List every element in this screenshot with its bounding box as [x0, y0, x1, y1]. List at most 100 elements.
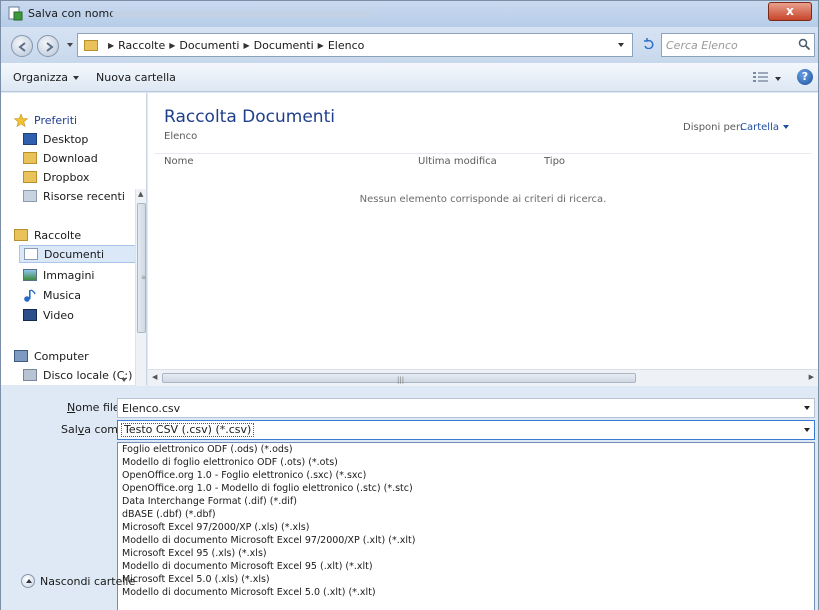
- nav-item-label: Video: [43, 308, 74, 322]
- view-options-icon[interactable]: [753, 71, 769, 83]
- scrollbar-thumb[interactable]: |||: [162, 373, 636, 384]
- column-header-type[interactable]: Tipo: [544, 156, 565, 167]
- nav-item-label: Documenti: [44, 247, 105, 261]
- organize-button[interactable]: Organizza: [13, 71, 80, 84]
- title-bar: Salva con nome x: [1, 1, 818, 27]
- list-item[interactable]: Microsoft Excel 95 (.xls) (*.xls): [118, 547, 814, 560]
- view-dropdown-button[interactable]: [775, 77, 781, 81]
- documents-icon: [24, 248, 38, 260]
- list-item[interactable]: OpenOffice.org 1.0 - Modello di foglio e…: [118, 482, 814, 495]
- breadcrumb-item[interactable]: Elenco: [328, 39, 365, 52]
- organize-label: Organizza: [13, 71, 69, 84]
- arrange-by-label: Disponi per:: [683, 122, 744, 133]
- nav-libraries[interactable]: Raccolte: [14, 226, 81, 244]
- chevron-down-icon[interactable]: [121, 378, 127, 382]
- horizontal-scrollbar[interactable]: ◀ ||| ▶: [148, 369, 818, 386]
- chevron-down-icon[interactable]: [804, 428, 810, 432]
- refresh-button[interactable]: [638, 35, 660, 55]
- scroll-right-icon[interactable]: ▶: [809, 373, 814, 381]
- back-arrow-icon: [18, 42, 26, 52]
- filename-label: Nome file:: [67, 401, 123, 414]
- savetype-select[interactable]: Testo CSV (.csv) (*.csv): [117, 420, 815, 440]
- list-item[interactable]: dBASE (.dbf) (*.dbf): [118, 508, 814, 521]
- music-icon: [23, 289, 37, 302]
- recent-locations-dropdown[interactable]: [67, 43, 73, 47]
- breadcrumb[interactable]: ▶ Raccolte ▶ Documenti ▶ Documenti ▶ Ele…: [77, 33, 633, 57]
- chevron-right-icon[interactable]: ▶: [318, 41, 324, 50]
- folder-icon: [84, 39, 98, 51]
- video-icon: [23, 309, 37, 321]
- scroll-left-icon[interactable]: ◀: [152, 373, 157, 381]
- breadcrumb-item[interactable]: Documenti: [254, 39, 314, 52]
- savetype-options-list[interactable]: Foglio elettronico ODF (.ods) (*.ods) Mo…: [117, 442, 815, 610]
- nav-local-disk[interactable]: Disco locale (C:): [23, 366, 132, 384]
- nav-computer[interactable]: Computer: [14, 347, 89, 365]
- download-folder-icon: [23, 152, 37, 164]
- nav-item-label: Risorse recenti: [43, 189, 125, 203]
- nav-recent-places[interactable]: Risorse recenti: [23, 187, 125, 205]
- filename-combobox[interactable]: [117, 398, 815, 418]
- save-as-dialog: Salva con nome x ▶ Raccolte ▶ Documenti …: [0, 0, 819, 610]
- save-form: Nome file: Salva come: Testo CSV (.csv) …: [1, 386, 818, 610]
- breadcrumb-item[interactable]: Raccolte: [118, 39, 165, 52]
- filename-input[interactable]: [122, 401, 782, 415]
- nav-video[interactable]: Video: [23, 306, 74, 324]
- desktop-icon: [23, 133, 37, 145]
- forward-button[interactable]: [37, 35, 59, 57]
- computer-icon: [14, 350, 28, 362]
- close-button[interactable]: x: [768, 2, 812, 21]
- scrollbar-thumb[interactable]: ≡: [137, 203, 146, 333]
- drive-icon: [23, 369, 37, 381]
- list-item[interactable]: OpenOffice.org 1.0 - Foglio elettronico …: [118, 469, 814, 482]
- list-item[interactable]: Modello di foglio elettronico ODF (.ots)…: [118, 456, 814, 469]
- nav-documents[interactable]: Documenti: [19, 245, 139, 263]
- search-box[interactable]: [661, 33, 815, 57]
- list-item[interactable]: Data Interchange Format (.dif) (*.dif): [118, 495, 814, 508]
- list-item[interactable]: Microsoft Excel 5.0 (.xls) (*.xls): [118, 573, 814, 586]
- library-title: Raccolta Documenti: [164, 107, 335, 127]
- arrange-by-dropdown[interactable]: Cartella: [740, 122, 789, 133]
- savetype-label-start: Sal: [61, 423, 78, 436]
- column-header-name[interactable]: Nome: [164, 156, 194, 167]
- breadcrumb-item[interactable]: Documenti: [179, 39, 239, 52]
- list-item[interactable]: Modello di documento Microsoft Excel 5.0…: [118, 586, 814, 599]
- chevron-down-icon[interactable]: [618, 43, 624, 47]
- hide-folders-button[interactable]: Nascondi cartelle: [21, 574, 135, 588]
- new-folder-button[interactable]: Nuova cartella: [96, 71, 176, 84]
- list-item[interactable]: Modello di documento Microsoft Excel 95 …: [118, 560, 814, 573]
- grip-icon: ≡: [141, 274, 147, 281]
- empty-results-message: Nessun elemento corrisponde ai criteri d…: [359, 194, 607, 205]
- nav-music[interactable]: Musica: [23, 286, 81, 304]
- column-header-date-modified[interactable]: Ultima modifica: [418, 156, 497, 167]
- nav-pictures[interactable]: Immagini: [23, 266, 94, 284]
- title-bar-background: [111, 11, 371, 17]
- dropbox-folder-icon: [23, 171, 37, 183]
- scroll-up-icon[interactable]: ▲: [138, 190, 143, 198]
- chevron-right-icon[interactable]: ▶: [243, 41, 249, 50]
- nav-item-label: Musica: [43, 288, 82, 302]
- list-item[interactable]: Modello di documento Microsoft Excel 97/…: [118, 534, 814, 547]
- filename-label-accesskey: N: [67, 401, 76, 414]
- nav-dropbox[interactable]: Dropbox: [23, 168, 89, 186]
- libraries-icon: [14, 229, 28, 241]
- chevron-down-icon[interactable]: [804, 406, 810, 410]
- search-input[interactable]: [666, 37, 791, 53]
- list-item[interactable]: Microsoft Excel 97/2000/XP (.xls) (*.xls…: [118, 521, 814, 534]
- window-title: Salva con nome: [28, 7, 116, 20]
- nav-favorites-label: Preferiti: [34, 113, 78, 127]
- list-item[interactable]: Foglio elettronico ODF (.ods) (*.ods): [118, 443, 814, 456]
- nav-desktop[interactable]: Desktop: [23, 130, 88, 148]
- nav-favorites[interactable]: Preferiti: [13, 111, 78, 129]
- chevron-right-icon[interactable]: ▶: [108, 41, 114, 50]
- search-icon[interactable]: [798, 38, 811, 51]
- nav-download[interactable]: Download: [23, 149, 98, 167]
- help-icon[interactable]: ?: [797, 69, 813, 85]
- recent-places-icon: [23, 190, 37, 202]
- column-header-divider: [154, 153, 812, 154]
- chevron-up-icon: [21, 574, 35, 588]
- back-button[interactable]: [11, 35, 33, 57]
- chevron-right-icon[interactable]: ▶: [169, 41, 175, 50]
- save-dialog-icon: [8, 6, 23, 21]
- chevron-down-icon: [73, 76, 80, 80]
- file-list-pane: Raccolta Documenti Elenco Disponi per: C…: [148, 93, 818, 369]
